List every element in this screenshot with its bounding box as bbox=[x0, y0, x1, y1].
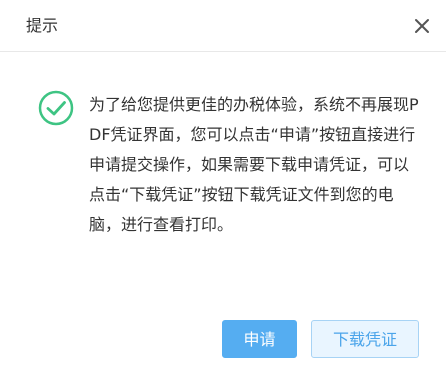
close-icon[interactable] bbox=[412, 16, 432, 36]
download-certificate-button[interactable]: 下载凭证 bbox=[311, 320, 419, 358]
dialog-message: 为了给您提供更佳的办税体验，系统不再展现PDF凭证界面，您可以点击“申请”按钮直… bbox=[89, 95, 419, 234]
dialog-header: 提示 bbox=[0, 0, 446, 52]
check-circle-icon bbox=[38, 90, 74, 126]
dialog-title: 提示 bbox=[26, 16, 59, 35]
prompt-dialog: 提示 为了给您提供更佳的办税体验，系统不再展现PDF凭证界面，您可以点击“申请”… bbox=[0, 0, 446, 384]
apply-button[interactable]: 申请 bbox=[222, 320, 297, 358]
